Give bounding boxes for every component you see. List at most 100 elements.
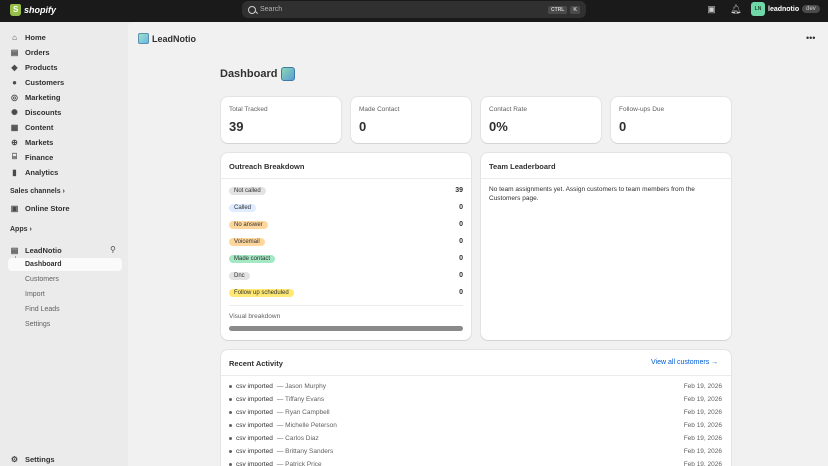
app-grid-icon: ▤ <box>10 245 19 255</box>
sidebar-item-orders[interactable]: ▤ Orders <box>10 46 50 58</box>
search-bar[interactable]: Search CTRL K <box>242 1 586 18</box>
sidebar-item-online-store[interactable]: ▣ Online Store <box>10 202 70 214</box>
activity-customer-name[interactable]: — Patrick Price <box>277 461 322 466</box>
dev-badge: dev <box>802 5 820 13</box>
visual-breakdown-label: Visual breakdown <box>229 313 281 320</box>
app-title: LeadNotio <box>152 33 196 44</box>
activity-customer-name[interactable]: — Carlos Diaz <box>277 435 319 442</box>
status-count: 0 <box>459 221 463 228</box>
sidebar-item-label: Orders <box>25 47 50 57</box>
sidebar-item-label: Finance <box>25 152 54 162</box>
chevron-right-icon: › <box>62 188 65 195</box>
leaderboard-empty-text: No team assignments yet. Assign customer… <box>489 186 695 202</box>
sidebar-item-customers[interactable]: ● Customers <box>10 76 64 88</box>
divider <box>229 305 463 306</box>
recent-activity-card: Recent Activity View all customers → csv… <box>221 350 731 466</box>
bullet-icon <box>229 436 232 440</box>
sidebar-item-label: LeadNotio <box>25 245 62 255</box>
search-placeholder: Search <box>260 6 283 13</box>
stat-label: Follow-ups Due <box>619 106 665 113</box>
sidebar: ⌂ Home ▤ Orders ◆ Products ● Customers ◎… <box>0 22 128 466</box>
leadnotio-badge-icon <box>281 67 296 81</box>
sidebar-item-markets[interactable]: ⊕ Markets <box>10 136 53 148</box>
activity-row: csv imported — Brittany Sanders Feb 19, 20… <box>229 446 722 456</box>
status-badge: Voicemail <box>229 237 265 246</box>
gear-icon: ⚙ <box>10 454 19 464</box>
sidebar-item-finance[interactable]: ⌸ Finance <box>10 151 53 163</box>
stat-card-made-contact: Made Contact 0 <box>351 97 471 143</box>
sidebar-item-label: Discounts <box>25 107 62 117</box>
status-row-made-contact: Made contact 0 <box>229 253 463 264</box>
store-account-menu[interactable]: LN leadnotio dev <box>751 2 820 16</box>
sidebar-item-home[interactable]: ⌂ Home <box>10 31 46 43</box>
apps-header[interactable]: Apps › <box>10 226 32 233</box>
activity-customer-name[interactable]: — Ryan Campbell <box>277 409 330 416</box>
status-row-voicemail: Voicemail 0 <box>229 236 463 247</box>
stat-value: 39 <box>229 119 244 134</box>
status-badge: No answer <box>229 220 268 229</box>
page-title: Dashboard <box>220 67 296 81</box>
status-count: 0 <box>459 255 463 262</box>
sidebar-item-label: Customers <box>25 77 65 87</box>
activity-action: csv imported <box>236 460 273 466</box>
sidebar-item-analytics[interactable]: ▮ Analytics <box>10 166 58 178</box>
pin-icon[interactable]: ⚲ <box>110 245 116 254</box>
sales-channels-label: Sales channels <box>10 188 61 195</box>
activity-row: csv imported — Jason Murphy Feb 19, 2026 <box>229 381 722 391</box>
sidebar-item-marketing[interactable]: ◎ Marketing <box>10 91 60 103</box>
sidebar-item-label: Markets <box>25 137 54 147</box>
avatar: LN <box>751 2 765 16</box>
activity-customer-name[interactable]: — Jason Murphy <box>277 383 326 390</box>
view-all-customers-link[interactable]: View all customers → <box>651 359 718 366</box>
status-count: 0 <box>459 272 463 279</box>
bullet-icon <box>229 384 232 388</box>
store-icon[interactable]: ▣ <box>706 4 717 15</box>
activity-row: csv imported — Michelle Peterson Feb 19, 2… <box>229 420 722 430</box>
activity-customer-name[interactable]: — Michelle Peterson <box>277 422 337 429</box>
globe-icon: ⊕ <box>11 137 18 147</box>
status-count: 0 <box>459 204 463 211</box>
app-header: LeadNotio <box>138 33 196 44</box>
visual-breakdown-bar <box>229 326 463 331</box>
status-row-follow-up-scheduled: Follow up scheduled 0 <box>229 287 463 298</box>
more-options-icon[interactable]: ••• <box>806 33 815 43</box>
sidebar-item-settings[interactable]: ⚙ Settings <box>10 453 55 465</box>
sidebar-item-label: Analytics <box>25 167 59 177</box>
sidebar-item-discounts[interactable]: ✺ Discounts <box>10 106 61 118</box>
tag-icon: ◆ <box>11 62 18 72</box>
sidebar-item-products[interactable]: ◆ Products <box>10 61 57 73</box>
sidebar-sub-customers[interactable]: Customers <box>25 276 59 283</box>
bank-icon: ⌸ <box>12 152 17 161</box>
chevron-right-icon: › <box>29 226 32 233</box>
shopify-logo[interactable]: shopify <box>10 4 56 16</box>
sidebar-sub-import[interactable]: Import <box>25 291 45 298</box>
sidebar-item-content[interactable]: ▦ Content <box>10 121 54 133</box>
activity-customer-name[interactable]: — Brittany Sanders <box>277 448 333 455</box>
kbd-k: K <box>570 5 580 14</box>
page-title-text: Dashboard <box>220 68 278 80</box>
activity-date: Feb 19, 2026 <box>683 421 722 429</box>
discount-icon: ✺ <box>11 107 18 117</box>
sales-channels-header[interactable]: Sales channels › <box>10 188 65 195</box>
activity-action: csv imported <box>236 395 273 403</box>
sidebar-item-label: Home <box>25 32 46 42</box>
status-badge: Dnc <box>229 271 250 280</box>
sidebar-sub-dashboard[interactable]: Dashboard <box>25 261 62 268</box>
sidebar-item-label: Content <box>25 122 54 132</box>
sidebar-sub-find-leads[interactable]: Find Leads <box>25 306 60 313</box>
sidebar-item-label: Online Store <box>25 203 70 213</box>
bell-icon[interactable]: 🔔︎ <box>730 4 741 15</box>
activity-customer-name[interactable]: — Tiffany Evans <box>277 396 324 403</box>
activity-date: Feb 19, 2026 <box>683 447 722 455</box>
card-title: Outreach Breakdown <box>229 162 305 171</box>
divider <box>221 375 731 376</box>
status-badge: Follow up scheduled <box>229 288 294 297</box>
activity-date: Feb 19, 2026 <box>683 460 722 466</box>
sidebar-item-leadnotio[interactable]: ▤ LeadNotio <box>10 244 62 256</box>
status-badge: Not called <box>229 186 266 195</box>
stat-value: 0 <box>619 119 627 134</box>
status-row-called: Called 0 <box>229 202 463 213</box>
activity-date: Feb 19, 2026 <box>683 434 722 442</box>
activity-date: Feb 19, 2026 <box>683 395 722 403</box>
sidebar-sub-settings[interactable]: Settings <box>25 321 50 328</box>
